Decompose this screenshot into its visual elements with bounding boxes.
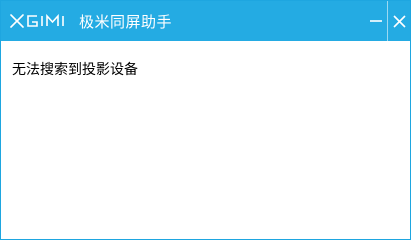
minimize-icon (370, 20, 382, 22)
xgimi-logo (10, 11, 72, 31)
window-controls (365, 1, 410, 41)
minimize-button[interactable] (365, 1, 387, 41)
app-window: 极米同屏助手 无法搜索到投影设备 (0, 0, 411, 240)
status-message: 无法搜索到投影设备 (12, 62, 138, 78)
close-button[interactable] (388, 1, 410, 41)
content-area: 无法搜索到投影设备 (1, 41, 410, 239)
close-icon (392, 14, 406, 28)
window-title: 极米同屏助手 (79, 12, 173, 31)
title-bar[interactable]: 极米同屏助手 (1, 1, 410, 41)
